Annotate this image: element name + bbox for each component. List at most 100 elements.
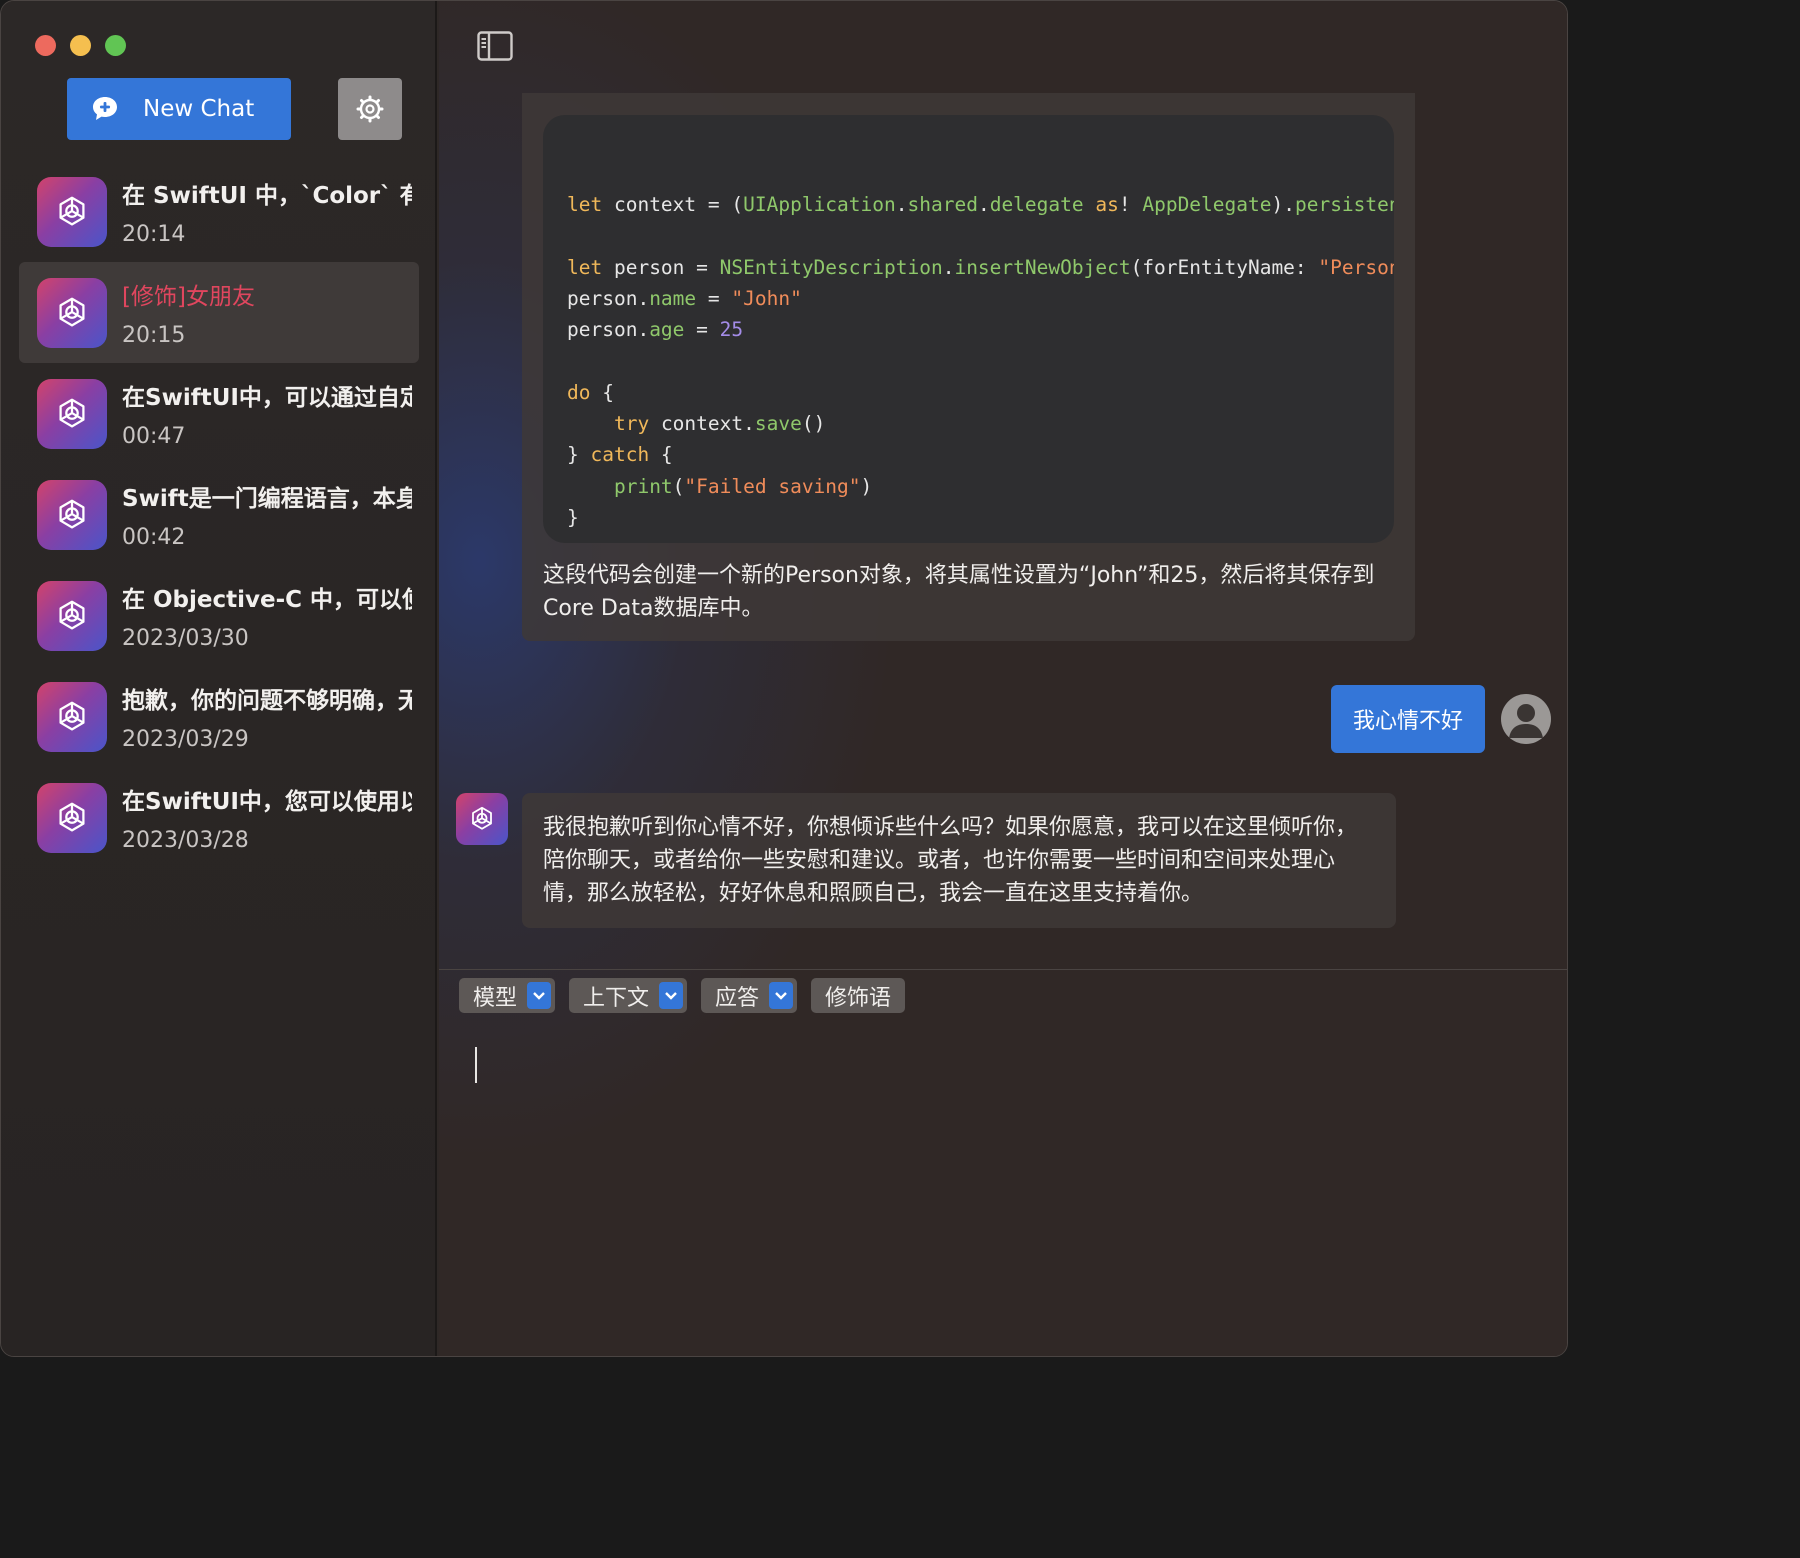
new-chat-button[interactable]: New Chat (67, 78, 291, 140)
code-token: { (590, 380, 614, 404)
code-token: = (696, 286, 732, 310)
zoom-window-button[interactable] (105, 35, 126, 56)
code-token: delegate (989, 193, 1084, 216)
code-token: context. (649, 412, 755, 436)
code-token: 25 (719, 318, 744, 342)
user-avatar-icon (1501, 694, 1551, 744)
response-select[interactable]: 应答 (701, 978, 798, 1013)
code-token: person = (602, 255, 720, 279)
chat-list-item[interactable]: 在 Objective-C 中，可以使用 2023/03/30 (19, 565, 419, 666)
context-select-label: 上下文 (583, 985, 650, 1011)
minimize-window-button[interactable] (70, 35, 91, 56)
code-line: } catch { (567, 439, 1394, 470)
chat-timestamp: 20:14 (122, 222, 186, 247)
chat-title: 在 Objective-C 中，可以使用 (122, 587, 412, 613)
code-token: "Failed saving" (684, 474, 861, 498)
chat-timestamp: 20:15 (122, 323, 186, 348)
gear-icon (356, 95, 384, 123)
code-token: UIApplication (743, 193, 896, 216)
chat-timestamp: 2023/03/28 (122, 828, 249, 853)
chat-list-item[interactable]: 在 SwiftUI 中，`Color` 有一 20:14 (19, 161, 419, 262)
code-token: } (567, 505, 579, 529)
code-token: save (754, 412, 802, 436)
message-list[interactable]: let context = (UIApplication.shared.dele… (439, 93, 1567, 971)
chat-list-item[interactable]: [修饰]女朋友 20:15 (19, 262, 419, 363)
chat-list-item-texts: 在SwiftUI中，您可以使用以 2023/03/28 (122, 782, 412, 853)
settings-button[interactable] (338, 78, 402, 140)
code-line: let context = (UIApplication.shared.dele… (567, 189, 1394, 220)
chat-title: 在SwiftUI中，可以通过自定 (122, 385, 412, 411)
chat-list-item-texts: 在 Objective-C 中，可以使用 2023/03/30 (122, 580, 412, 651)
code-token: ). (1271, 193, 1295, 216)
close-window-button[interactable] (35, 35, 56, 56)
code-token: NSEntityDescription (719, 255, 943, 279)
code-token: ! (1118, 193, 1143, 216)
code-token: name (649, 286, 697, 310)
code-token: { (649, 443, 673, 467)
user-message: 我心情不好 (1330, 685, 1485, 753)
code-token: () (801, 412, 826, 436)
chat-title: [修饰]女朋友 (122, 284, 255, 310)
code-token: person. (567, 286, 650, 310)
context-select[interactable]: 上下文 (569, 978, 688, 1013)
chat-title: 在 SwiftUI 中，`Color` 有一 (122, 183, 412, 209)
main-pane: let context = (UIApplication.shared.dele… (439, 1, 1567, 1356)
code-token: "Person" (1318, 255, 1394, 279)
chevron-down-icon (527, 982, 552, 1009)
code-token: } (567, 443, 591, 467)
chat-list-item[interactable]: 在SwiftUI中，您可以使用以 2023/03/28 (19, 767, 419, 868)
chat-list-item-texts: Swift是一门编程语言，本身 00:42 (122, 479, 412, 550)
code-token: let (567, 193, 603, 216)
code-token: person. (567, 318, 650, 342)
code-line: print("Failed saving") (567, 471, 1394, 502)
composer-divider (439, 969, 1567, 970)
chat-title: 在SwiftUI中，您可以使用以 (122, 789, 412, 815)
modifier-button[interactable]: 修饰语 (811, 978, 906, 1013)
code-token: insertNewObject (954, 255, 1131, 279)
openai-logo-icon (37, 277, 107, 348)
chat-list-item[interactable]: 抱歉，你的问题不够明确，无 2023/03/29 (19, 666, 419, 767)
openai-logo-icon (37, 681, 107, 752)
chat-title: Swift是一门编程语言，本身 (122, 486, 412, 512)
chat-timestamp: 00:47 (122, 424, 186, 449)
code-token: ( (672, 474, 685, 498)
code-token: persistentContainer (1294, 193, 1394, 216)
chat-list-item-texts: [修饰]女朋友 20:15 (122, 277, 412, 348)
assistant-message-text: 我很抱歉听到你心情不好，你想倾诉些什么吗？如果你愿意，我可以在这里倾听你，陪你聊… (522, 793, 1396, 928)
chat-timestamp: 2023/03/30 (122, 626, 249, 651)
openai-logo-icon (37, 479, 107, 550)
openai-logo-icon (37, 782, 107, 853)
app-window: New Chat 在 SwiftUI 中，`Color` 有一 20:14 [修饰]… (0, 0, 1568, 1357)
modifier-button-label: 修饰语 (825, 985, 892, 1011)
code-token: = (684, 318, 720, 342)
code-line: try context.save() (567, 408, 1394, 439)
chat-list-item-texts: 在 SwiftUI 中，`Color` 有一 20:14 (122, 176, 412, 247)
chat-list: 在 SwiftUI 中，`Color` 有一 20:14 [修饰]女朋友 20:15 在… (19, 161, 419, 868)
sidebar-toggle-icon[interactable] (477, 31, 513, 61)
code-token: as (1095, 193, 1119, 216)
assistant-message: let context = (UIApplication.shared.dele… (522, 93, 1415, 641)
new-chat-label: New Chat (143, 96, 255, 122)
chat-list-item-texts: 在SwiftUI中，可以通过自定 00:47 (122, 378, 412, 449)
code-line: } (567, 502, 1394, 533)
chat-list-item[interactable]: Swift是一门编程语言，本身 00:42 (19, 464, 419, 565)
code-line: let person = NSEntityDescription.insertN… (567, 252, 1394, 283)
chat-timestamp: 00:42 (122, 525, 186, 550)
text-caret (475, 1047, 477, 1083)
model-select[interactable]: 模型 (459, 978, 556, 1013)
code-token: . (895, 193, 908, 216)
composer-toolbar: 模型 上下文 应答 修饰语 (459, 978, 906, 1013)
user-message-row: 我心情不好 (1330, 685, 1551, 753)
code-line: person.name = "John" (567, 283, 1394, 314)
code-token: do (567, 380, 591, 404)
message-input[interactable] (459, 1031, 1549, 1341)
code-token: let (567, 255, 603, 279)
code-token: print (613, 474, 673, 498)
code-block: let context = (UIApplication.shared.dele… (543, 115, 1394, 543)
chat-list-item[interactable]: 在SwiftUI中，可以通过自定 00:47 (19, 363, 419, 464)
sidebar: New Chat 在 SwiftUI 中，`Color` 有一 20:14 [修饰]… (1, 1, 437, 1356)
